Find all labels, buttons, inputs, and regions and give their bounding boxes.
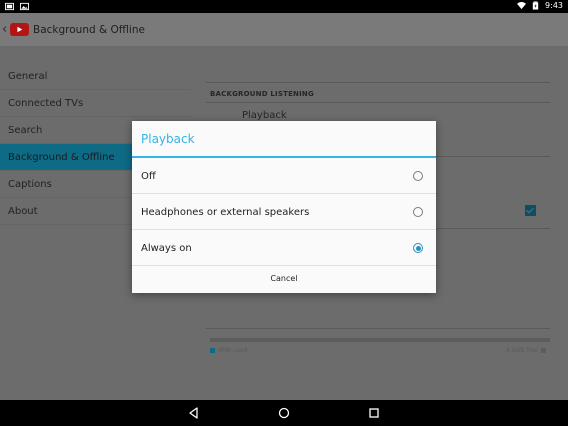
section-header: BACKGROUND LISTENING bbox=[210, 90, 314, 98]
sidebar-item-label: Search bbox=[8, 125, 43, 136]
youtube-logo-icon[interactable] bbox=[10, 23, 29, 36]
used-swatch-icon bbox=[210, 348, 215, 353]
radio-always-on[interactable] bbox=[413, 243, 423, 253]
dialog-title: Playback bbox=[141, 132, 195, 146]
playback-setting[interactable]: Playback bbox=[242, 110, 287, 121]
sidebar-item-connected-tvs[interactable]: Connected TVs bbox=[0, 90, 190, 117]
sidebar-item-label: Background & Offline bbox=[8, 152, 115, 163]
option-label: Off bbox=[141, 171, 156, 182]
storage-free-label: 4.9GB free bbox=[505, 347, 538, 354]
sidebar-item-label: General bbox=[8, 71, 48, 82]
radio-off[interactable] bbox=[413, 171, 423, 181]
setting-checkbox[interactable] bbox=[525, 205, 536, 216]
cancel-button[interactable]: Cancel bbox=[132, 265, 436, 293]
sidebar-item-label: Connected TVs bbox=[8, 98, 84, 109]
back-triangle-icon[interactable] bbox=[187, 406, 201, 420]
status-time: 9:43 bbox=[545, 1, 563, 10]
recents-square-icon[interactable] bbox=[367, 406, 381, 420]
app-bar: ‹ Background & Offline bbox=[0, 13, 568, 46]
divider bbox=[206, 328, 550, 329]
storage-bar bbox=[210, 338, 550, 342]
divider bbox=[206, 82, 550, 83]
screen-icon bbox=[5, 2, 14, 11]
free-swatch-icon bbox=[541, 348, 546, 353]
playback-dialog: Playback Off Headphones or external spea… bbox=[132, 121, 436, 293]
back-chevron-icon[interactable]: ‹ bbox=[2, 22, 8, 37]
option-label: Headphones or external speakers bbox=[141, 207, 310, 218]
status-bar: 9:43 bbox=[0, 0, 568, 13]
radio-headphones[interactable] bbox=[413, 207, 423, 217]
sidebar-item-label: Captions bbox=[8, 179, 52, 190]
image-icon bbox=[20, 2, 29, 11]
storage-used-legend: 0MB used bbox=[210, 347, 247, 354]
storage-free-legend: 4.9GB free bbox=[506, 347, 546, 354]
battery-icon bbox=[532, 1, 539, 10]
option-label: Always on bbox=[141, 243, 192, 254]
navigation-bar bbox=[0, 400, 568, 426]
option-headphones[interactable]: Headphones or external speakers bbox=[132, 194, 436, 230]
storage-used-label: 0MB used bbox=[218, 347, 248, 354]
page-title: Background & Offline bbox=[33, 23, 145, 36]
home-circle-icon[interactable] bbox=[277, 406, 291, 420]
sidebar-item-general[interactable]: General bbox=[0, 63, 190, 90]
wifi-icon bbox=[517, 1, 527, 10]
option-off[interactable]: Off bbox=[132, 158, 436, 194]
option-always-on[interactable]: Always on bbox=[132, 230, 436, 266]
sidebar-item-label: About bbox=[8, 206, 38, 217]
divider bbox=[206, 102, 550, 103]
